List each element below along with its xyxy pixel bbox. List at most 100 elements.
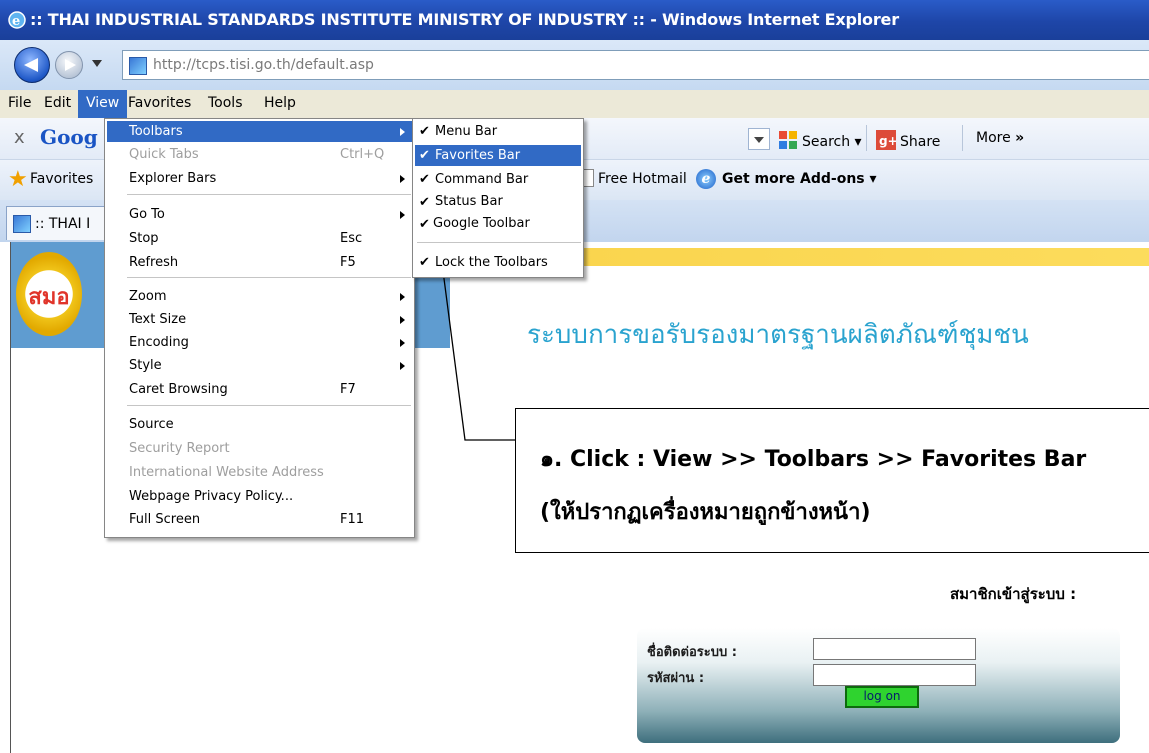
site-favicon-icon — [129, 57, 147, 75]
free-hotmail-link[interactable]: Free Hotmail — [598, 171, 687, 187]
google-search-button[interactable]: Search ▾ — [778, 126, 862, 152]
menu-file[interactable]: File — [8, 95, 31, 111]
tisi-logo: สมอ — [16, 252, 82, 336]
view-menu-item-text-size[interactable]: Text Size — [129, 312, 186, 327]
menu-favorites[interactable]: Favorites — [128, 95, 191, 111]
view-menu-item-full-screen[interactable]: Full Screen — [129, 512, 200, 527]
shortcut-stop: Esc — [340, 231, 363, 246]
menu-tools[interactable]: Tools — [208, 95, 243, 111]
menu-view[interactable]: View — [78, 90, 128, 118]
shortcut-refresh: F5 — [340, 255, 356, 270]
menu-help[interactable]: Help — [264, 95, 296, 111]
browser-tab[interactable]: :: THAI I — [6, 206, 110, 240]
submenu-arrow-icon — [400, 293, 405, 301]
checkmark-icon: ✔ — [419, 195, 430, 210]
toolbars-item-status-bar[interactable]: Status Bar — [435, 194, 503, 209]
google-share-button[interactable]: g+ Share — [876, 126, 940, 152]
shortcut-quick-tabs: Ctrl+Q — [340, 147, 385, 162]
site-favicon-icon — [13, 215, 31, 233]
submenu-arrow-icon — [400, 316, 405, 324]
view-menu-item-explorer-bars[interactable]: Explorer Bars — [129, 171, 216, 186]
menu-edit[interactable]: Edit — [44, 95, 71, 111]
address-bar[interactable]: http://tcps.tisi.go.th/default.asp — [122, 50, 1149, 80]
submenu-arrow-icon — [400, 339, 405, 347]
google-more-label: More — [976, 130, 1011, 146]
view-menu-item-go-to[interactable]: Go To — [129, 207, 165, 222]
submenu-arrow-icon — [400, 128, 405, 136]
menu-separator — [417, 242, 581, 243]
view-menu-item-security-report[interactable]: Security Report — [129, 441, 230, 456]
view-menu-item-source[interactable]: Source — [129, 417, 174, 432]
toolbars-item-menu-bar[interactable]: Menu Bar — [435, 124, 497, 139]
google-search-dropdown[interactable] — [748, 128, 770, 150]
instruction-line-1: ๑. Click : View >> Toolbars >> Favorites… — [540, 447, 1087, 472]
shortcut-full-screen: F11 — [340, 512, 365, 527]
address-url[interactable]: http://tcps.tisi.go.th/default.asp — [153, 57, 374, 73]
toolbars-item-google-toolbar[interactable]: Google Toolbar — [433, 216, 530, 231]
internet-explorer-icon: e — [696, 169, 716, 189]
google-logo: Goog — [40, 125, 98, 149]
menu-item-label: Toolbars — [129, 124, 183, 139]
toolbars-submenu: ✔ Menu Bar ✔ Favorites Bar ✔ Command Bar… — [412, 118, 584, 278]
internet-explorer-icon: e — [8, 11, 26, 29]
view-menu-item-style[interactable]: Style — [129, 358, 162, 373]
toolbars-item-favorites-bar[interactable]: ✔ Favorites Bar — [415, 145, 581, 166]
svg-text:g+: g+ — [879, 134, 896, 148]
toolbars-item-lock-toolbars[interactable]: Lock the Toolbars — [435, 255, 548, 270]
get-more-addons-label: Get more Add-ons — [722, 171, 865, 187]
password-label: รหัสผ่าน : — [647, 671, 705, 686]
submenu-arrow-icon — [400, 175, 405, 183]
login-panel: ชื่อติดต่อระบบ : รหัสผ่าน : log on — [637, 628, 1120, 743]
view-menu-item-encoding[interactable]: Encoding — [129, 335, 189, 350]
menu-separator — [127, 277, 411, 278]
toolbar-separator — [866, 125, 867, 151]
view-menu-item-toolbars[interactable]: Toolbars — [107, 121, 412, 142]
instruction-line-2: (ให้ปรากฏเครื่องหมายถูกข้างหน้า) — [540, 500, 871, 525]
log-on-button[interactable]: log on — [845, 686, 919, 708]
svg-text:e: e — [12, 14, 20, 29]
view-menu-item-privacy-policy[interactable]: Webpage Privacy Policy... — [129, 489, 293, 504]
menu-item-label: Favorites Bar — [435, 148, 521, 163]
submenu-arrow-icon — [400, 211, 405, 219]
username-input[interactable] — [813, 638, 976, 660]
view-menu-item-refresh[interactable]: Refresh — [129, 255, 178, 270]
back-button[interactable] — [14, 47, 50, 83]
toolbars-item-command-bar[interactable]: Command Bar — [435, 172, 528, 187]
favorites-star-icon[interactable]: ★ — [8, 167, 28, 192]
menu-separator — [127, 194, 411, 195]
favorites-button-label[interactable]: Favorites — [30, 171, 93, 187]
checkmark-icon: ✔ — [419, 217, 430, 232]
view-menu-item-caret-browsing[interactable]: Caret Browsing — [129, 382, 228, 397]
menu-separator — [127, 405, 411, 406]
window-title-bar: e :: THAI INDUSTRIAL STANDARDS INSTITUTE… — [0, 0, 1149, 40]
view-menu-item-stop[interactable]: Stop — [129, 231, 159, 246]
member-login-label: สมาชิกเข้าสู่ระบบ : — [950, 585, 1077, 603]
recent-pages-dropdown-icon[interactable] — [92, 60, 102, 67]
browser-tab-label: :: THAI I — [35, 216, 91, 232]
shortcut-caret-browsing: F7 — [340, 382, 356, 397]
forward-button[interactable] — [55, 51, 83, 79]
google-plus-share-icon: g+ — [876, 130, 896, 150]
view-menu-item-international-address[interactable]: International Website Address — [129, 465, 324, 480]
menu-bar: File Edit View Favorites Tools Help — [0, 90, 1149, 118]
checkmark-icon: ✔ — [419, 255, 430, 270]
view-menu-item-quick-tabs[interactable]: Quick Tabs — [129, 147, 199, 162]
view-menu: Toolbars Quick Tabs Ctrl+Q Explorer Bars… — [104, 118, 415, 538]
address-row: http://tcps.tisi.go.th/default.asp — [0, 40, 1149, 90]
password-input[interactable] — [813, 664, 976, 686]
google-more-button[interactable]: More » — [976, 126, 1024, 152]
get-more-addons-link[interactable]: Get more Add-ons ▾ — [722, 171, 877, 187]
logo-text: สมอ — [28, 285, 70, 310]
checkmark-icon: ✔ — [419, 172, 430, 187]
instruction-callout: ๑. Click : View >> Toolbars >> Favorites… — [515, 408, 1149, 553]
google-share-label: Share — [900, 134, 941, 150]
toolbar-separator — [962, 125, 963, 151]
view-menu-item-zoom[interactable]: Zoom — [129, 289, 166, 304]
page-left-border — [10, 242, 11, 753]
google-search-label: Search — [802, 134, 851, 150]
double-chevron-right-icon: » — [1015, 130, 1025, 146]
page-heading: ระบบการขอรับรองมาตรฐานผลิตภัณฑ์ชุมชน — [527, 320, 1029, 350]
window-title: :: THAI INDUSTRIAL STANDARDS INSTITUTE M… — [30, 10, 899, 29]
google-search-icon — [779, 131, 797, 149]
google-toolbar-close-button[interactable]: x — [14, 127, 25, 148]
